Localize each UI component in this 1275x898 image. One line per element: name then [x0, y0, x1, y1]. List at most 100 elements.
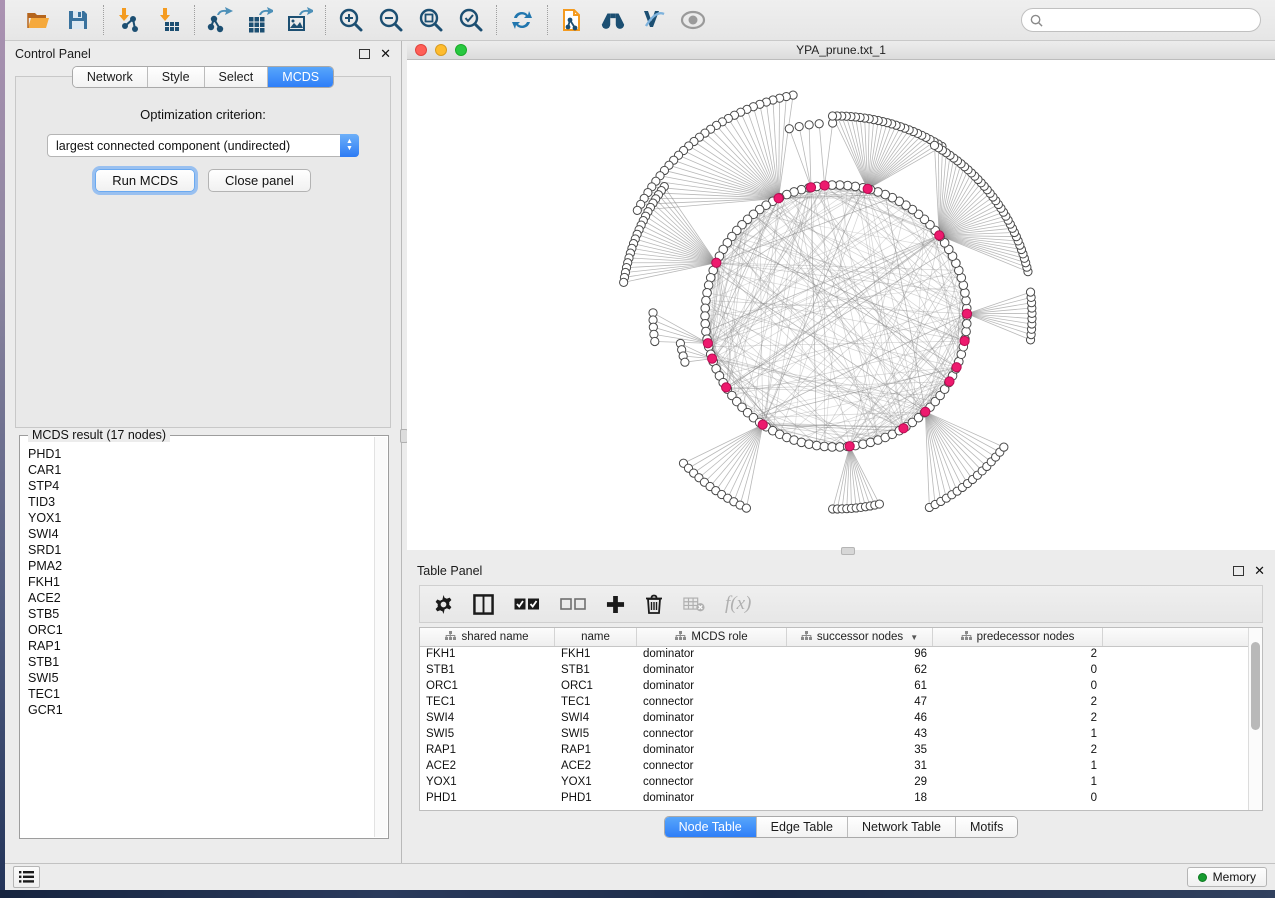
- add-column-icon[interactable]: [606, 595, 625, 614]
- list-item[interactable]: SWI5: [28, 670, 373, 686]
- import-network-icon[interactable]: [116, 7, 142, 33]
- table-row[interactable]: ACE2ACE2connector311: [420, 759, 1248, 775]
- graph-node[interactable]: [806, 183, 815, 192]
- graph-node[interactable]: [945, 377, 954, 386]
- list-item[interactable]: PHD1: [28, 446, 373, 462]
- list-item[interactable]: GCR1: [28, 702, 373, 718]
- graph-node[interactable]: [758, 420, 767, 429]
- select-all-icon[interactable]: [514, 598, 540, 611]
- memory-button[interactable]: Memory: [1187, 867, 1267, 887]
- search-input[interactable]: [1048, 13, 1252, 27]
- list-item[interactable]: YOX1: [28, 510, 373, 526]
- list-item[interactable]: FKH1: [28, 574, 373, 590]
- table-row[interactable]: ORC1ORC1dominator610: [420, 679, 1248, 695]
- column-header-shared-name[interactable]: shared name: [420, 628, 555, 646]
- list-item[interactable]: ORC1: [28, 622, 373, 638]
- list-item[interactable]: SWI4: [28, 526, 373, 542]
- window-minimize-icon[interactable]: [435, 44, 447, 56]
- table-row[interactable]: TEC1TEC1connector472: [420, 695, 1248, 711]
- table-row[interactable]: YOX1YOX1connector291: [420, 775, 1248, 791]
- table-row[interactable]: SWI4SWI4dominator462: [420, 711, 1248, 727]
- export-network-icon[interactable]: [207, 7, 233, 33]
- horizontal-splitter[interactable]: [407, 550, 1275, 558]
- graph-node[interactable]: [960, 336, 969, 345]
- graph-node[interactable]: [935, 231, 944, 240]
- criterion-dropdown[interactable]: largest connected component (undirected)…: [47, 134, 359, 157]
- list-item[interactable]: RAP1: [28, 638, 373, 654]
- zoom-selected-icon[interactable]: [458, 7, 484, 33]
- graph-node[interactable]: [828, 112, 836, 120]
- list-item[interactable]: STB1: [28, 654, 373, 670]
- graph-node[interactable]: [703, 339, 712, 348]
- graph-node[interactable]: [651, 337, 659, 345]
- run-mcds-button[interactable]: Run MCDS: [95, 169, 195, 192]
- zoom-out-icon[interactable]: [378, 7, 404, 33]
- show-hide-details-icon[interactable]: [680, 7, 706, 33]
- table-row[interactable]: FKH1FKH1dominator962: [420, 647, 1248, 663]
- scrollbar-thumb[interactable]: [1251, 642, 1260, 730]
- tab-style[interactable]: Style: [148, 67, 205, 87]
- table-row[interactable]: SWI5SWI5connector431: [420, 727, 1248, 743]
- close-panel-icon[interactable]: ✕: [380, 49, 391, 59]
- window-close-icon[interactable]: [415, 44, 427, 56]
- list-item[interactable]: SRD1: [28, 542, 373, 558]
- graph-node[interactable]: [1000, 443, 1008, 451]
- graph-node[interactable]: [805, 440, 814, 449]
- column-header-successor-nodes[interactable]: successor nodes▼: [787, 628, 933, 646]
- open-file-icon[interactable]: [25, 7, 51, 33]
- result-scrollbar[interactable]: [374, 437, 387, 837]
- tab-network-table[interactable]: Network Table: [848, 817, 956, 837]
- zoom-in-icon[interactable]: [338, 7, 364, 33]
- import-table-icon[interactable]: [156, 7, 182, 33]
- graph-node[interactable]: [845, 442, 854, 451]
- list-item[interactable]: ACE2: [28, 590, 373, 606]
- export-table-icon[interactable]: [247, 7, 273, 33]
- graph-node[interactable]: [742, 504, 750, 512]
- table-row[interactable]: PHD1PHD1dominator180: [420, 791, 1248, 807]
- deselect-all-icon[interactable]: [560, 598, 586, 611]
- graph-node[interactable]: [795, 122, 803, 130]
- graph-node[interactable]: [815, 120, 823, 128]
- refresh-layout-icon[interactable]: [509, 7, 535, 33]
- graph-node[interactable]: [703, 289, 712, 298]
- close-panel-button[interactable]: Close panel: [208, 169, 311, 192]
- graph-node[interactable]: [722, 383, 731, 392]
- graph-node[interactable]: [899, 424, 908, 433]
- task-history-button[interactable]: [13, 866, 40, 888]
- graph-node[interactable]: [774, 194, 783, 203]
- list-item[interactable]: TEC1: [28, 686, 373, 702]
- graph-node[interactable]: [681, 358, 689, 366]
- tab-network[interactable]: Network: [73, 67, 148, 87]
- style-edit-icon[interactable]: [640, 7, 666, 33]
- graph-node[interactable]: [820, 181, 829, 190]
- graph-node[interactable]: [1026, 288, 1034, 296]
- graph-node[interactable]: [921, 407, 930, 416]
- tab-mcds[interactable]: MCDS: [268, 67, 333, 87]
- window-maximize-icon[interactable]: [455, 44, 467, 56]
- export-image-icon[interactable]: [287, 7, 313, 33]
- mcds-result-list[interactable]: PHD1CAR1STP4TID3YOX1SWI4SRD1PMA2FKH1ACE2…: [20, 436, 373, 838]
- graph-node[interactable]: [702, 327, 711, 336]
- table-row[interactable]: RAP1RAP1dominator352: [420, 743, 1248, 759]
- find-icon[interactable]: [600, 7, 626, 33]
- graph-node[interactable]: [863, 184, 872, 193]
- list-item[interactable]: STP4: [28, 478, 373, 494]
- table-scrollbar[interactable]: [1248, 628, 1262, 810]
- list-item[interactable]: TID3: [28, 494, 373, 510]
- close-panel-icon[interactable]: ✕: [1254, 566, 1265, 576]
- column-header-MCDS-role[interactable]: MCDS role: [637, 628, 787, 646]
- graph-node[interactable]: [708, 354, 717, 363]
- graph-node[interactable]: [875, 500, 883, 508]
- tab-node-table[interactable]: Node Table: [665, 817, 757, 837]
- float-panel-icon[interactable]: [1233, 566, 1244, 576]
- column-header-name[interactable]: name: [555, 628, 637, 646]
- graph-node[interactable]: [952, 363, 961, 372]
- graph-node[interactable]: [962, 319, 971, 328]
- zoom-fit-icon[interactable]: [418, 7, 444, 33]
- graph-node[interactable]: [962, 309, 971, 318]
- tab-edge-table[interactable]: Edge Table: [757, 817, 848, 837]
- list-item[interactable]: STB5: [28, 606, 373, 622]
- list-item[interactable]: CAR1: [28, 462, 373, 478]
- float-panel-icon[interactable]: [359, 49, 370, 59]
- table-row[interactable]: STB1STB1dominator620: [420, 663, 1248, 679]
